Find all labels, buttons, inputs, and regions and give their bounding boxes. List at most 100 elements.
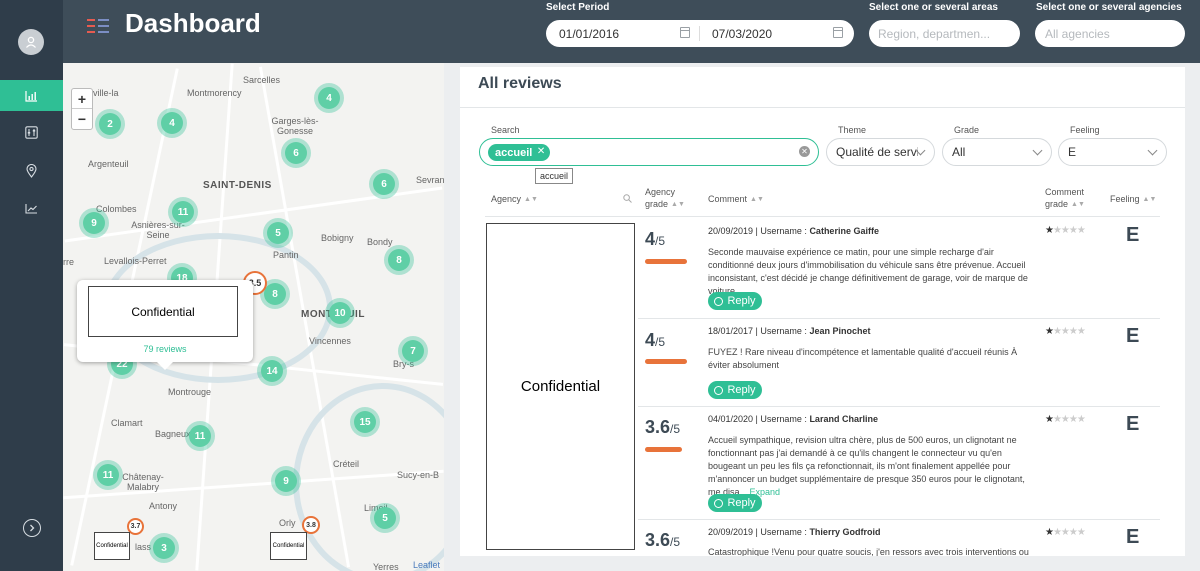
map-label: Châtenay-Malabry <box>122 472 164 492</box>
feeling-select[interactable]: E <box>1058 138 1167 166</box>
reply-icon <box>714 296 724 306</box>
popup-reviews-link[interactable]: 79 reviews <box>77 344 253 354</box>
period-label: Select Period <box>546 2 610 13</box>
column-comment[interactable]: Comment ▲▼ <box>708 193 764 206</box>
zoom-control: + − <box>71 88 93 130</box>
reply-icon <box>714 385 724 395</box>
sidebar-item-trends[interactable] <box>0 193 63 224</box>
map-label: Sevran <box>416 175 444 185</box>
areas-input[interactable]: Region, departmen... <box>869 20 1020 47</box>
sidebar-item-settings[interactable] <box>0 117 63 148</box>
map-cluster[interactable]: 6 <box>369 169 399 199</box>
search-icon[interactable] <box>623 194 632 203</box>
map-label: Bondy <box>367 237 393 247</box>
map-cluster[interactable]: 4 <box>314 83 344 113</box>
trend-line-icon <box>25 204 37 214</box>
chevron-down-icon <box>1147 145 1158 156</box>
map-cluster[interactable]: 7 <box>398 336 428 366</box>
agency-grade: 4/5 <box>645 330 666 350</box>
bar-chart-icon <box>25 90 37 102</box>
map-label: Clamart <box>111 418 143 428</box>
clear-search-icon[interactable]: ✕ <box>799 146 810 157</box>
review-meta: 18/01/2017 | Username : Jean Pinochet <box>708 326 871 336</box>
feeling-label: Feeling <box>1070 125 1100 135</box>
map-label: Antony <box>149 501 178 511</box>
agency-grade: 3.6/5 <box>645 530 681 550</box>
map-label: Sucy-en-B <box>397 470 440 480</box>
divider <box>485 216 1160 217</box>
date-from-input[interactable]: 01/01/2016 <box>559 27 619 41</box>
theme-select[interactable]: Qualité de servic <box>826 138 935 166</box>
map-label: Yerres <box>373 562 399 571</box>
feeling-value: E <box>1126 413 1140 435</box>
sidebar-item-statistics[interactable] <box>0 80 63 111</box>
map-label: rre <box>63 257 74 267</box>
search-input[interactable]: accueil ✕ ✕ <box>479 138 819 166</box>
sliders-icon <box>25 126 38 139</box>
chevron-down-icon <box>1032 145 1043 156</box>
areas-placeholder: Region, departmen... <box>878 26 991 41</box>
map-cluster[interactable]: 11 <box>93 460 123 490</box>
grade-bar <box>645 259 687 264</box>
date-to-input[interactable]: 07/03/2020 <box>712 27 772 41</box>
agency-marker-label[interactable]: Confidential <box>270 532 307 560</box>
agencies-label: Select one or several agencies <box>1036 2 1182 13</box>
agency-marker-label[interactable]: Confidential <box>94 532 130 560</box>
map-cluster[interactable]: 14 <box>257 356 287 386</box>
reply-button[interactable]: Reply <box>708 292 762 310</box>
map-view[interactable]: Sarcelles Montmorency ville-la Garges-lè… <box>63 63 444 571</box>
map-cluster[interactable]: 4 <box>157 108 187 138</box>
search-chip[interactable]: accueil ✕ <box>488 144 551 161</box>
feeling-value: E <box>1126 526 1140 548</box>
hamburger-menu-icon[interactable] <box>87 17 109 35</box>
map-cluster[interactable]: 11 <box>168 197 198 227</box>
map-cluster[interactable]: 8 <box>384 245 414 275</box>
map-label: Sarcelles <box>243 75 281 85</box>
agency-grade: 3.6/5 <box>645 417 681 437</box>
reply-icon <box>714 498 724 508</box>
agencies-input[interactable]: All agencies <box>1035 20 1185 47</box>
map-cluster[interactable]: 9 <box>271 466 301 496</box>
map-cluster[interactable]: 6 <box>281 138 311 168</box>
zoom-out-button[interactable]: − <box>72 109 92 129</box>
map-cluster[interactable]: 5 <box>263 218 293 248</box>
review-meta: 20/09/2019 | Username : Catherine Gaiffe <box>708 226 879 236</box>
reviews-title: All reviews <box>478 75 562 92</box>
calendar-icon[interactable] <box>833 27 843 38</box>
review-text: Seconde mauvaise expérience ce matin, po… <box>708 247 1028 296</box>
map-popup[interactable]: Confidential 79 reviews <box>77 280 253 370</box>
column-feeling[interactable]: Feeling ▲▼ <box>1110 193 1156 206</box>
map-label: ville-la <box>93 88 119 98</box>
user-avatar-icon[interactable] <box>18 29 44 55</box>
date-divider <box>699 26 700 41</box>
map-cluster[interactable]: 3 <box>149 533 179 563</box>
column-comment-grade[interactable]: Comment grade ▲▼ <box>1045 186 1085 211</box>
reply-button[interactable]: Reply <box>708 381 762 399</box>
star-rating: ★★★★★ <box>1045 527 1086 538</box>
star-rating: ★★★★★ <box>1045 225 1086 236</box>
sort-icon: ▲▼ <box>750 195 764 203</box>
map-cluster[interactable]: 9 <box>79 208 109 238</box>
map-cluster[interactable]: 10 <box>325 298 355 328</box>
map-pin-icon <box>26 163 37 178</box>
chevron-right-circle-icon[interactable] <box>23 519 41 537</box>
map-attribution[interactable]: Leaflet <box>413 560 440 570</box>
map-cluster[interactable]: 2 <box>95 109 125 139</box>
map-label: Argenteuil <box>88 159 129 169</box>
reply-button[interactable]: Reply <box>708 494 762 512</box>
sidebar-item-map[interactable] <box>0 155 63 186</box>
grade-select[interactable]: All <box>942 138 1052 166</box>
chip-remove-icon[interactable]: ✕ <box>537 146 545 157</box>
zoom-in-button[interactable]: + <box>72 89 92 109</box>
divider <box>638 406 1160 407</box>
map-cluster[interactable]: 5 <box>370 503 400 533</box>
column-agency-grade[interactable]: Agency grade ▲▼ <box>645 186 685 211</box>
feeling-value: E <box>1126 224 1140 246</box>
column-agency[interactable]: Agency ▲▼ <box>491 193 538 206</box>
top-header: Dashboard Select Period 01/01/2016 07/03… <box>63 0 1200 63</box>
calendar-icon[interactable] <box>680 27 690 38</box>
map-cluster[interactable]: 15 <box>350 407 380 437</box>
map-cluster[interactable]: 11 <box>185 421 215 451</box>
map-label: Bobigny <box>321 233 354 243</box>
period-picker: 01/01/2016 07/03/2020 <box>546 20 854 47</box>
